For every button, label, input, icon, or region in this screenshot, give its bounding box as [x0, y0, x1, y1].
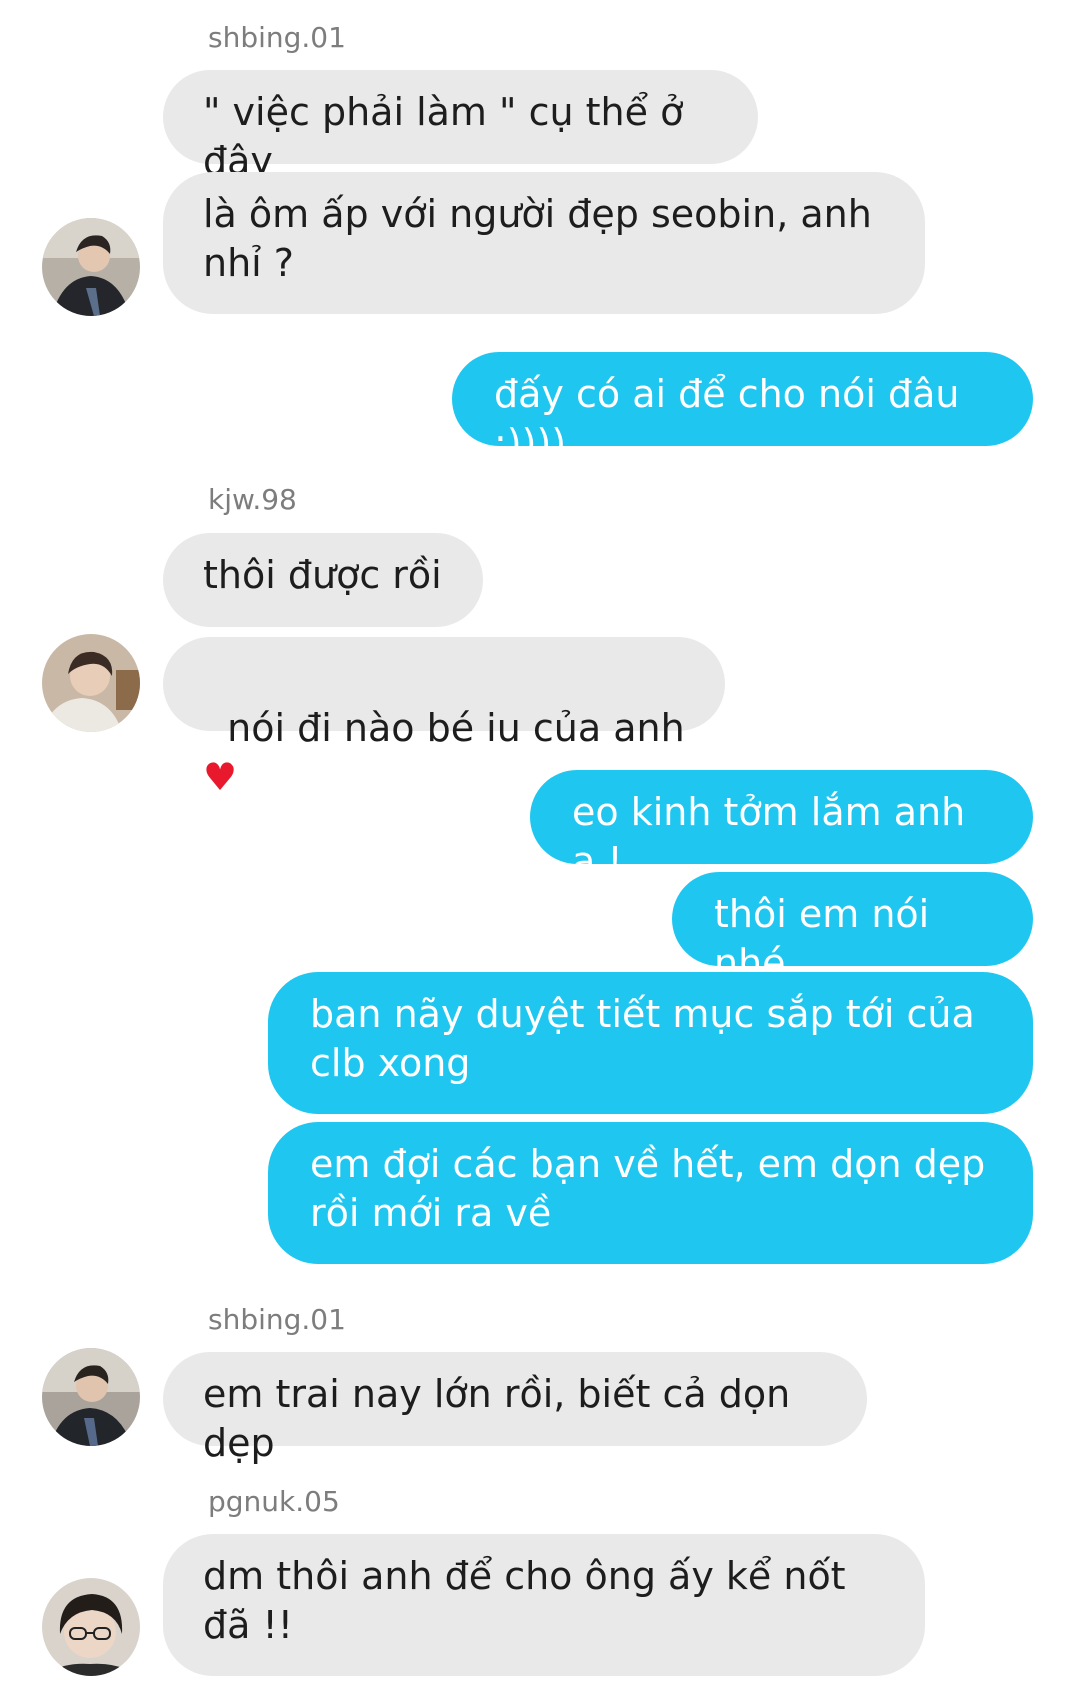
outgoing-message[interactable]: đấy có ai để cho nói đâu :)))): [452, 352, 1033, 465]
outgoing-message[interactable]: thôi em nói nhé: [672, 872, 1033, 985]
avatar[interactable]: [42, 1578, 140, 1676]
outgoing-message[interactable]: ban nãy duyệt tiết mục sắp tới của clb x…: [268, 972, 1033, 1114]
avatar[interactable]: [42, 634, 140, 732]
outgoing-message[interactable]: eo kinh tởm lắm anh ạ !: [530, 770, 1033, 883]
avatar[interactable]: [42, 1348, 140, 1446]
incoming-message[interactable]: nói đi nào bé iu của anh ♥: [163, 637, 725, 799]
avatar[interactable]: [42, 218, 140, 316]
sender-name: shbing.01: [208, 1303, 346, 1336]
incoming-message[interactable]: dm thôi anh để cho ông ấy kể nốt đã !!: [163, 1534, 925, 1676]
sender-name: shbing.01: [208, 21, 346, 54]
incoming-message[interactable]: em trai nay lớn rồi, biết cả dọn dẹp: [163, 1352, 867, 1465]
incoming-message[interactable]: " việc phải làm " cụ thể ở đây: [163, 70, 758, 183]
incoming-message[interactable]: thôi được rồi: [163, 533, 483, 627]
message-text: nói đi nào bé iu của anh: [227, 706, 685, 750]
outgoing-message[interactable]: em đợi các bạn về hết, em dọn dẹp rồi mớ…: [268, 1122, 1033, 1264]
sender-name: pgnuk.05: [208, 1485, 340, 1518]
sender-name: kjw.98: [208, 483, 297, 516]
incoming-message[interactable]: là ôm ấp với người đẹp seobin, anh nhỉ ?: [163, 172, 925, 314]
